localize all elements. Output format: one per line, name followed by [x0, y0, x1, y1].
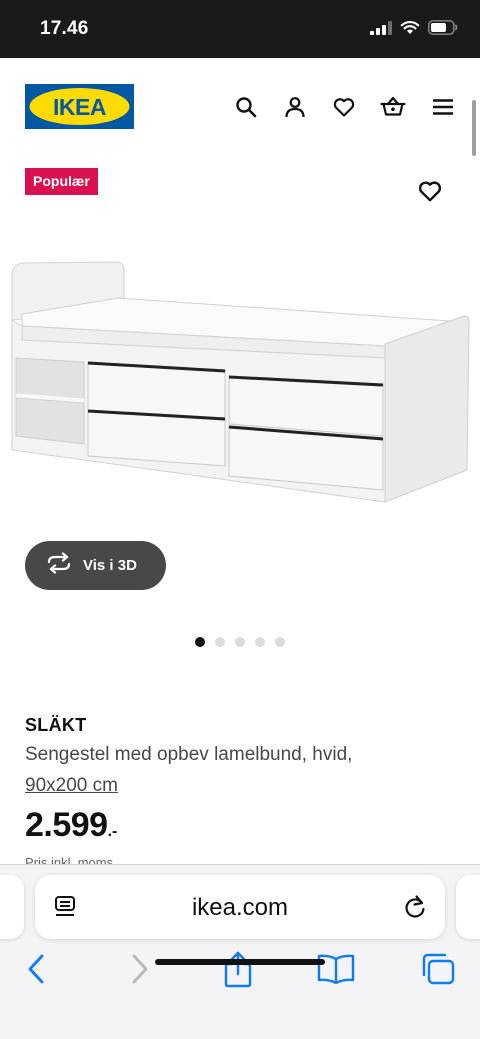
- heart-icon[interactable]: [331, 94, 357, 120]
- product-image[interactable]: [0, 240, 480, 520]
- forward-arrow-icon[interactable]: [120, 949, 160, 989]
- carousel-dot[interactable]: [275, 637, 285, 647]
- product-price: 2.599 .-: [25, 806, 117, 845]
- battery-icon: [428, 20, 458, 40]
- carousel-dot[interactable]: [235, 637, 245, 647]
- status-icons: [370, 20, 458, 40]
- home-indicator[interactable]: [155, 959, 325, 965]
- search-icon[interactable]: [233, 94, 259, 120]
- address-bar[interactable]: ikea.com: [35, 875, 445, 939]
- browser-bar: ikea.com: [0, 864, 480, 1039]
- product-size-link[interactable]: 90x200 cm: [25, 775, 118, 797]
- logo-text: IKEA: [53, 94, 106, 120]
- status-time: 17.46: [40, 18, 89, 39]
- url-text: ikea.com: [191, 894, 289, 921]
- price-value: 2.599: [25, 806, 108, 844]
- basket-icon[interactable]: [380, 94, 406, 120]
- rotate-3d-icon: [45, 552, 73, 579]
- menu-icon[interactable]: [430, 94, 456, 120]
- popular-badge: Populær: [25, 168, 98, 195]
- carousel-dot[interactable]: [255, 637, 265, 647]
- user-icon[interactable]: [282, 94, 308, 120]
- price-suffix: .-: [107, 823, 118, 840]
- site-header: IKEA: [0, 58, 480, 158]
- bookmarks-icon[interactable]: [316, 949, 356, 989]
- ikea-logo[interactable]: IKEA: [25, 84, 134, 129]
- product-description: Sengestel med opbev lamelbund, hvid,: [25, 744, 353, 765]
- product-name: SLÄKT: [25, 715, 87, 735]
- page-scroll-indicator[interactable]: [472, 100, 476, 156]
- status-bar: 17.46: [0, 0, 480, 58]
- carousel-dot[interactable]: [195, 637, 205, 647]
- cellular-signal-icon: [370, 20, 392, 40]
- reload-icon[interactable]: [401, 893, 429, 921]
- next-tab-preview[interactable]: [456, 875, 480, 939]
- image-carousel-dots: [195, 637, 285, 647]
- previous-tab-preview[interactable]: [0, 875, 24, 939]
- back-arrow-icon[interactable]: [16, 949, 56, 989]
- wifi-icon: [400, 20, 420, 40]
- share-icon[interactable]: [218, 949, 258, 989]
- favourite-heart-icon[interactable]: [416, 177, 444, 205]
- carousel-dot[interactable]: [215, 637, 225, 647]
- tabs-icon[interactable]: [418, 949, 458, 989]
- view-3d-label: Vis i 3D: [83, 557, 137, 574]
- view-3d-button[interactable]: Vis i 3D: [25, 541, 166, 590]
